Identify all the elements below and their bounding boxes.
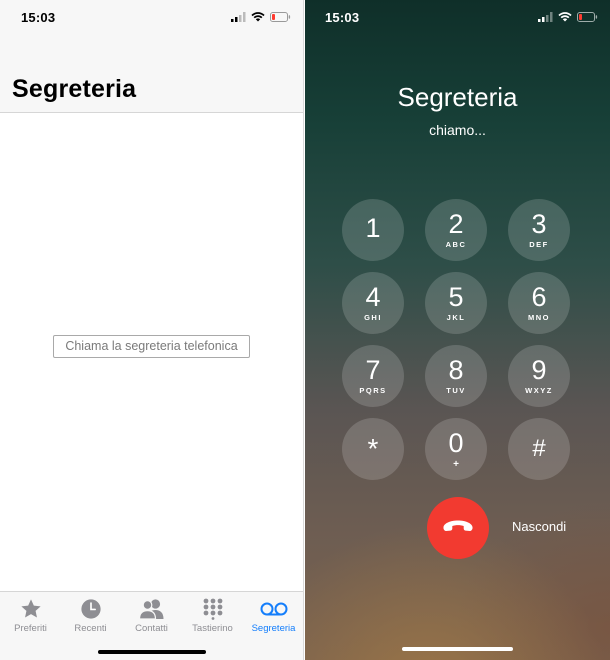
key-4[interactable]: 4 GHI — [342, 272, 404, 334]
wifi-icon — [251, 12, 265, 22]
tab-label: Contatti — [135, 623, 168, 634]
key-digit: # — [532, 435, 546, 462]
key-1[interactable]: 1 — [342, 199, 404, 261]
home-indicator[interactable] — [98, 650, 206, 654]
key-digit: 6 — [531, 282, 547, 312]
key-9[interactable]: 9 WXYZ — [508, 345, 570, 407]
key-5[interactable]: 5 JKL — [425, 272, 487, 334]
tab-label: Preferiti — [14, 623, 47, 634]
call-contact-name: Segreteria — [397, 82, 518, 112]
status-bar: 15:03 — [0, 0, 303, 34]
status-icons — [231, 12, 291, 22]
voicemail-icon — [243, 598, 303, 620]
key-6[interactable]: 6 MNO — [508, 272, 570, 334]
key-letters: ABC — [445, 240, 467, 249]
key-hash[interactable]: # — [508, 418, 570, 480]
contacts-icon — [121, 598, 182, 620]
tab-recenti[interactable]: Recenti — [60, 598, 121, 634]
key-letters: JKL — [446, 313, 466, 322]
key-digit: 5 — [448, 282, 464, 312]
page-title: Segreteria — [12, 75, 137, 103]
call-status: chiamo... — [429, 122, 486, 138]
key-letters: GHI — [364, 313, 382, 322]
hide-keypad-button[interactable]: Nascondi — [512, 519, 566, 534]
key-digit: 2 — [448, 209, 464, 239]
hang-up-icon — [442, 519, 474, 538]
key-digit: 9 — [531, 355, 547, 385]
status-time: 15:03 — [21, 10, 56, 25]
wifi-icon — [558, 12, 572, 22]
keypad-icon — [182, 598, 243, 620]
clock-icon — [60, 598, 121, 620]
key-letters: DEF — [529, 240, 549, 249]
status-bar: 15:03 — [305, 0, 610, 34]
key-letters: MNO — [528, 313, 550, 322]
status-time: 15:03 — [325, 10, 360, 25]
tab-tastierino[interactable]: Tastierino — [182, 598, 243, 634]
key-digit: 4 — [365, 282, 381, 312]
key-3[interactable]: 3 DEF — [508, 199, 570, 261]
call-voicemail-button[interactable]: Chiama la segreteria telefonica — [53, 335, 250, 358]
tab-segreteria[interactable]: Segreteria — [243, 598, 303, 634]
end-call-button[interactable] — [427, 497, 489, 559]
key-7[interactable]: 7 PQRS — [342, 345, 404, 407]
key-digit: 0 — [448, 428, 464, 458]
key-letters: TUV — [446, 386, 466, 395]
tab-label: Segreteria — [251, 623, 296, 634]
key-digit: 3 — [531, 209, 547, 239]
tab-label: Recenti — [74, 623, 107, 634]
key-letters: + — [453, 459, 459, 470]
tab-contatti[interactable]: Contatti — [121, 598, 182, 634]
key-digit: 8 — [448, 355, 464, 385]
star-icon — [0, 598, 61, 620]
tab-label: Tastierino — [192, 623, 233, 634]
call-screen: 15:03 Segreteria chiamo... 1 2 ABC 3 DEF… — [305, 0, 610, 660]
key-digit: 1 — [365, 213, 381, 243]
key-0[interactable]: 0 + — [425, 418, 487, 480]
key-2[interactable]: 2 ABC — [425, 199, 487, 261]
voicemail-header: 15:03 Segreteria — [0, 0, 303, 113]
key-8[interactable]: 8 TUV — [425, 345, 487, 407]
battery-icon — [270, 12, 291, 22]
signal-icon — [231, 12, 246, 22]
battery-icon — [577, 12, 598, 22]
home-indicator[interactable] — [402, 647, 513, 651]
status-icons — [538, 12, 598, 22]
key-digit: * — [367, 433, 379, 464]
key-letters: WXYZ — [525, 386, 553, 395]
voicemail-screen: 15:03 Segreteria Chiama la segreteria te… — [0, 0, 304, 660]
key-letters: PQRS — [359, 386, 387, 395]
tab-preferiti[interactable]: Preferiti — [0, 598, 61, 634]
key-star[interactable]: * — [342, 418, 404, 480]
signal-icon — [538, 12, 553, 22]
key-digit: 7 — [365, 355, 381, 385]
